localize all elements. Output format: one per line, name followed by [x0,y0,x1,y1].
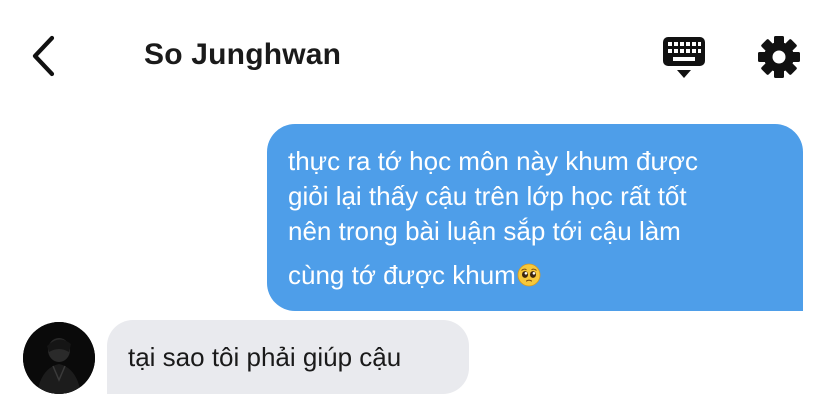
message-text: tại sao tôi phải giúp cậu [128,342,402,372]
keyboard-icon [663,37,705,78]
message-line: nên trong bài luận sắp tới cậu làm [288,216,681,246]
incoming-message-bubble[interactable]: tại sao tôi phải giúp cậu [107,320,469,394]
message-last-line: cùng tớ được khum [288,258,781,293]
message-line: cùng tớ được khum [288,260,516,290]
contact-name: So Junghwan [144,38,342,71]
back-button[interactable] [22,34,66,78]
contact-avatar[interactable] [23,322,95,394]
message-line: giỏi lại thấy cậu trên lớp học rất tốt [288,181,687,211]
outgoing-message-bubble[interactable]: thực ra tớ học môn này khum được giỏi lạ… [267,124,803,311]
chat-header: So Junghwan [0,0,827,110]
gear-icon [758,36,800,78]
settings-button[interactable] [756,34,802,80]
chevron-left-icon [32,35,55,77]
pleading-face-emoji-icon [517,263,541,287]
avatar-photo [23,322,95,394]
message-line: thực ra tớ học môn này khum được [288,146,698,176]
keyboard-button[interactable] [660,34,708,80]
